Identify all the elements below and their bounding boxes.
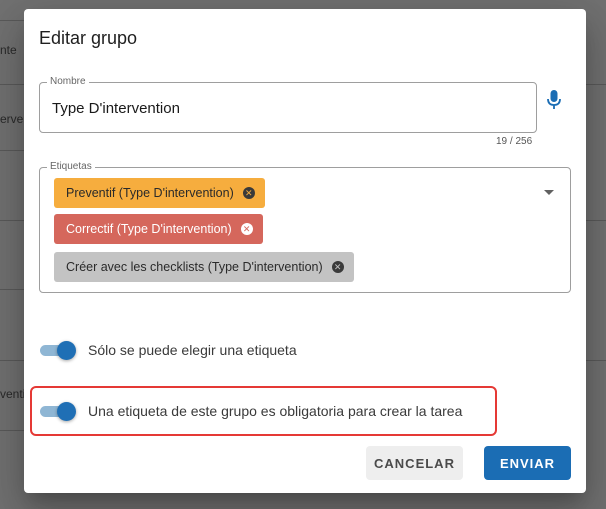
background-divider xyxy=(0,289,26,290)
name-field[interactable]: Nombre Type D'intervention xyxy=(39,76,537,133)
tag-chip-label: Correctif (Type D'intervention) xyxy=(66,222,232,236)
single-tag-toggle[interactable] xyxy=(38,340,76,360)
mandatory-tag-toggle-label: Una etiqueta de este grupo es obligatori… xyxy=(88,403,463,419)
chevron-down-icon[interactable] xyxy=(544,190,554,195)
mandatory-tag-toggle-row: Una etiqueta de este grupo es obligatori… xyxy=(38,401,462,421)
name-input[interactable]: Type D'intervention xyxy=(52,100,180,117)
background-divider xyxy=(0,220,26,221)
tag-chip-preventif[interactable]: Preventif (Type D'intervention) ✕ xyxy=(54,178,265,208)
close-circle-icon[interactable]: ✕ xyxy=(240,223,253,235)
single-tag-toggle-label: Sólo se puede elegir una etiqueta xyxy=(88,342,297,358)
tag-chip-correctif[interactable]: Correctif (Type D'intervention) ✕ xyxy=(54,214,263,244)
mandatory-tag-toggle[interactable] xyxy=(38,401,76,421)
background-divider xyxy=(585,360,606,361)
close-circle-icon[interactable]: ✕ xyxy=(242,187,255,199)
background-divider xyxy=(0,430,26,431)
microphone-icon[interactable] xyxy=(546,89,562,111)
tags-field-label: Etiquetas xyxy=(47,161,95,173)
background-divider xyxy=(0,20,26,21)
tag-chip-label: Preventif (Type D'intervention) xyxy=(66,186,234,200)
cancel-button[interactable]: CANCELAR xyxy=(366,446,463,480)
background-divider xyxy=(585,220,606,221)
background-divider xyxy=(0,360,26,361)
tag-chip-label: Créer avec les checklists (Type D'interv… xyxy=(66,260,323,274)
background-divider xyxy=(0,84,26,85)
background-divider xyxy=(0,150,26,151)
send-button[interactable]: ENVIAR xyxy=(484,446,571,480)
edit-group-dialog: Editar grupo Nombre Type D'intervention … xyxy=(24,9,586,493)
toggle-thumb xyxy=(57,402,76,421)
close-circle-icon[interactable]: ✕ xyxy=(331,261,344,273)
single-tag-toggle-row: Sólo se puede elegir una etiqueta xyxy=(38,340,297,360)
background-divider xyxy=(585,84,606,85)
tags-select[interactable]: Etiquetas Preventif (Type D'intervention… xyxy=(39,161,571,293)
character-counter: 19 / 256 xyxy=(496,136,533,147)
toggle-thumb xyxy=(57,341,76,360)
tag-chip-checklists[interactable]: Créer avec les checklists (Type D'interv… xyxy=(54,252,354,282)
name-field-label: Nombre xyxy=(47,76,89,88)
dialog-title: Editar grupo xyxy=(39,28,138,48)
